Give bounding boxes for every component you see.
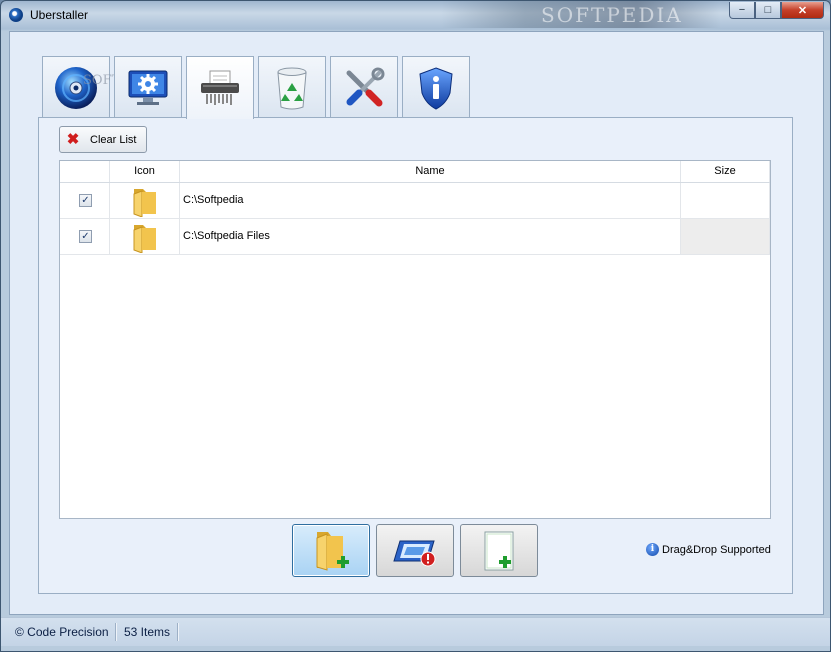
tools-icon	[346, 67, 385, 106]
row-name-cell: C:\Softpedia	[180, 183, 681, 218]
file-add-icon	[484, 531, 514, 570]
tab-system[interactable]	[114, 56, 182, 118]
status-divider	[177, 623, 179, 641]
file-list-table[interactable]: Icon Name Size ✓ C:\Softpedia ✓ C:\Softp…	[59, 160, 771, 519]
tab-tools[interactable]	[330, 56, 398, 118]
shred-warning-icon	[393, 540, 436, 566]
status-item-count: 53 Items	[124, 625, 171, 639]
status-divider	[115, 623, 117, 641]
tab-disc[interactable]: SOFTPEDIA	[42, 56, 163, 118]
close-button[interactable]: ✕	[781, 2, 824, 19]
add-folder-button[interactable]	[292, 524, 370, 577]
row-icon-cell	[110, 183, 180, 218]
tab-about[interactable]	[402, 56, 470, 118]
tab-shredder[interactable]	[186, 56, 254, 119]
shredder-icon	[201, 70, 239, 105]
row-size-cell	[681, 183, 770, 218]
title-bar[interactable]: Uberstaller SOFTPEDIA − □ ✕	[1, 1, 830, 31]
table-row[interactable]: ✓ C:\Softpedia	[60, 183, 770, 219]
caption-buttons: − □ ✕	[729, 2, 824, 19]
row-size-cell	[681, 219, 770, 254]
row-name: C:\Softpedia	[183, 194, 244, 206]
shredder-panel: ✖ Clear List Icon Name Size ✓ C:\Softped…	[38, 117, 793, 594]
recycle-bin-icon	[277, 67, 307, 109]
clear-list-button[interactable]: ✖ Clear List	[59, 126, 147, 153]
minimize-button[interactable]: −	[729, 2, 755, 19]
title-watermark: SOFTPEDIA	[541, 3, 683, 27]
drag-drop-text: Drag&Drop Supported	[662, 543, 771, 556]
row-check-cell: ✓	[60, 219, 110, 254]
row-name: C:\Softpedia Files	[183, 230, 270, 242]
row-checkbox[interactable]: ✓	[79, 230, 92, 243]
clear-icon: ✖	[66, 130, 80, 148]
folder-icon	[133, 225, 156, 253]
table-row[interactable]: ✓ C:\Softpedia Files	[60, 219, 770, 255]
tab-recycle[interactable]	[258, 56, 326, 118]
app-window: Uberstaller SOFTPEDIA − □ ✕ SOFTPEDIA	[0, 0, 831, 652]
info-icon: i	[646, 543, 659, 556]
row-check-cell: ✓	[60, 183, 110, 218]
row-icon-cell	[110, 219, 180, 254]
col-icon[interactable]: Icon	[110, 161, 180, 182]
info-shield-icon	[419, 66, 453, 110]
folder-add-icon	[316, 531, 349, 571]
app-icon	[9, 8, 23, 22]
row-checkbox[interactable]: ✓	[79, 194, 92, 207]
status-bar: © Code Precision 53 Items	[1, 617, 830, 646]
shred-button[interactable]	[376, 524, 454, 577]
window-title: Uberstaller	[30, 8, 89, 22]
client-area: SOFTPEDIA	[9, 31, 824, 615]
row-name-cell: C:\Softpedia Files	[180, 219, 681, 254]
table-header: Icon Name Size	[60, 161, 770, 183]
status-copyright: © Code Precision	[15, 625, 109, 639]
col-size[interactable]: Size	[681, 161, 770, 182]
clear-list-label: Clear List	[90, 133, 137, 146]
monitor-gear-icon	[128, 70, 168, 105]
col-check[interactable]	[60, 161, 110, 182]
add-file-button[interactable]	[460, 524, 538, 577]
maximize-button[interactable]: □	[755, 2, 781, 19]
drag-drop-hint: i Drag&Drop Supported	[646, 543, 771, 556]
folder-icon	[133, 189, 156, 217]
col-name[interactable]: Name	[180, 161, 681, 182]
